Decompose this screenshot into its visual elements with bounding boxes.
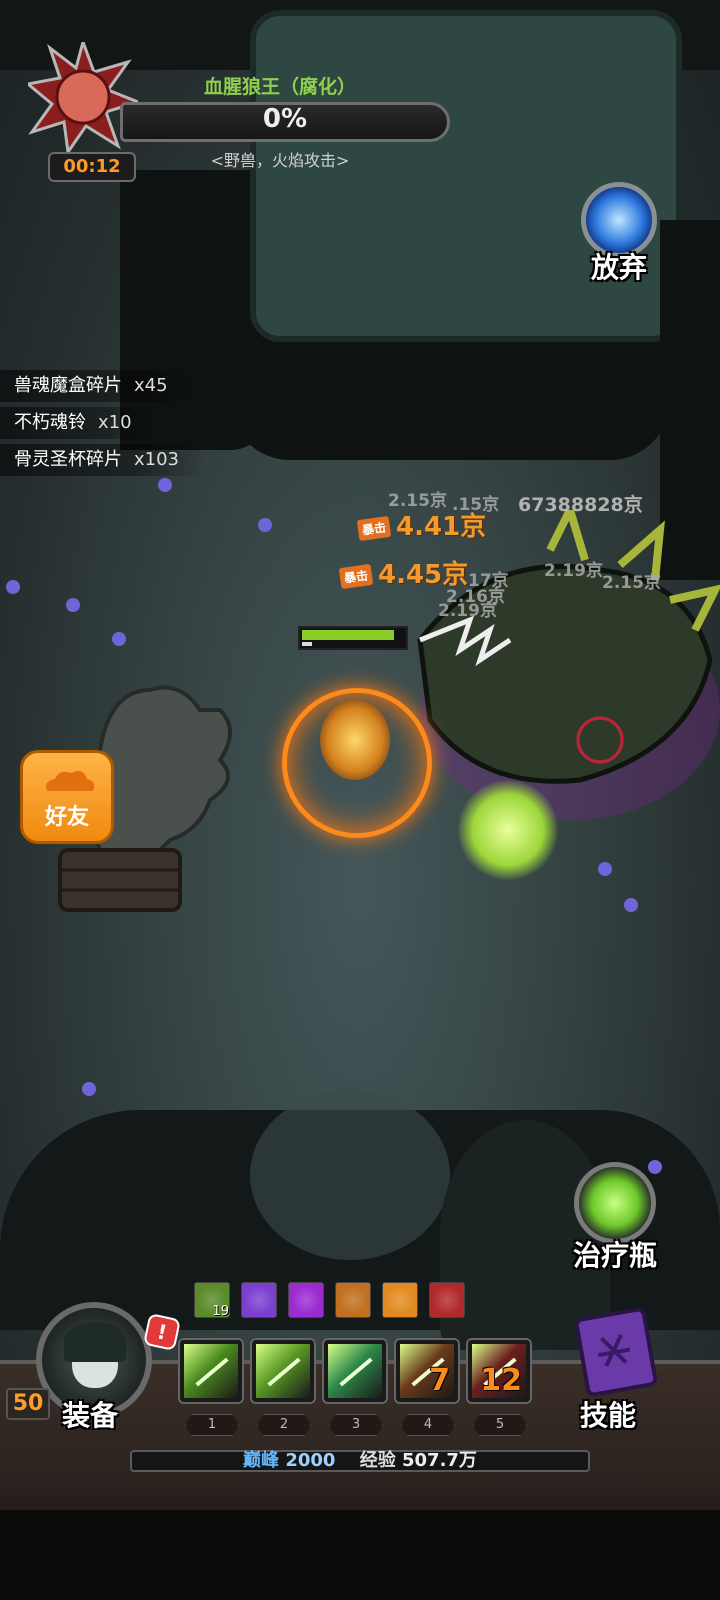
skill-slot-2[interactable]: [252, 1340, 314, 1402]
skill-slot-index: 5: [473, 1414, 527, 1436]
crit-damage-number: 4.41京: [396, 512, 487, 542]
skill-slot-4[interactable]: 7: [396, 1340, 458, 1402]
damage-number: 67388828京: [518, 494, 643, 516]
skill-slot-index: 2: [257, 1414, 311, 1436]
spellbook-icon: [574, 1307, 658, 1397]
buff-stack-count: 19: [212, 1304, 229, 1319]
skills-button[interactable]: 技能: [556, 1302, 680, 1442]
poison-orb: [458, 780, 558, 880]
moss-pool: [250, 10, 682, 342]
heal-potion-button[interactable]: 治疗瓶: [560, 1162, 670, 1274]
player-character[interactable]: [320, 700, 390, 780]
skill-slot-index: 3: [329, 1414, 383, 1436]
peak-value: 2000: [285, 1450, 336, 1471]
bone-icon: 19: [194, 1282, 230, 1319]
bulb: [82, 1082, 96, 1096]
loot-name: 骨灵圣杯碎片: [14, 449, 122, 470]
potion-icon: [574, 1162, 656, 1244]
boss-description: <野兽，火焰攻击>: [210, 151, 350, 170]
battle-timer: 00:12: [48, 152, 136, 182]
skill-cooldown: 7: [429, 1363, 450, 1398]
floor-light: [250, 1090, 450, 1260]
purple-slash-icon: [288, 1282, 324, 1318]
player-hp-bar: [298, 626, 408, 650]
loot-item: 不朽魂铃 x10: [0, 407, 158, 439]
equip-button[interactable]: 装备: [26, 1302, 162, 1442]
give-up-button[interactable]: 放弃: [574, 182, 664, 286]
experience-bar: 巅峰 2000 经验 507.7万: [130, 1450, 590, 1472]
bulb: [112, 632, 126, 646]
arrow-rain-icon: [339, 1357, 373, 1387]
crit-tag: 暴击: [356, 515, 392, 542]
skill-cooldown: 12: [480, 1363, 522, 1398]
loot-item: 骨灵圣杯碎片 x103: [0, 444, 206, 476]
heart-purple-icon: [241, 1282, 277, 1318]
loot-count: x10: [98, 412, 132, 433]
player-shield-fill: [302, 642, 312, 646]
give-up-label: 放弃: [590, 251, 647, 284]
xp-value: 507.7万: [402, 1450, 477, 1471]
friends-label: 好友: [44, 805, 89, 830]
player-level-badge: 50: [6, 1388, 50, 1420]
boss-hp-percent: 0%: [262, 104, 308, 134]
player-hp-fill: [302, 630, 394, 640]
skill-slot-1[interactable]: [180, 1340, 242, 1402]
cloud-icon: [46, 771, 95, 791]
bulb: [598, 862, 612, 876]
loot-count: x45: [134, 375, 168, 396]
loot-name: 不朽魂铃: [14, 412, 86, 433]
bulb: [66, 598, 80, 612]
crit-tag: 暴击: [338, 563, 374, 590]
loot-count: x103: [134, 449, 180, 470]
xp-label: 经验: [359, 1450, 396, 1471]
flame-slash-icon: [382, 1282, 418, 1318]
panel-footer: [0, 1510, 720, 1600]
arrow-volley-icon: [195, 1357, 229, 1387]
bulb: [158, 478, 172, 492]
friends-button[interactable]: 好友: [20, 750, 114, 844]
skills-label: 技能: [580, 1399, 637, 1432]
bulb: [6, 580, 20, 594]
boss-name: 血腥狼王（腐化）: [203, 76, 356, 98]
bulb: [258, 518, 272, 532]
bulb: [624, 898, 638, 912]
skill-slot-3[interactable]: [324, 1340, 386, 1402]
skill-slot-index: 1: [185, 1414, 239, 1436]
heal-potion-label: 治疗瓶: [572, 1239, 657, 1272]
equip-label: 装备: [62, 1399, 119, 1432]
skill-slot-5[interactable]: 12: [468, 1340, 530, 1402]
orange-spark-icon: [335, 1282, 371, 1318]
damage-number: 2.15京: [602, 573, 661, 593]
red-swirl-icon: [429, 1282, 465, 1318]
loot-item: 兽魂魔盒碎片 x45: [0, 370, 194, 402]
double-arrow-icon: [267, 1357, 301, 1387]
loot-name: 兽魂魔盒碎片: [14, 375, 122, 396]
avatar-hair: [64, 1322, 126, 1362]
peak-label: 巅峰: [243, 1450, 280, 1471]
damage-number: 2.19京: [438, 601, 497, 621]
damage-number: 2.19京: [544, 561, 603, 581]
skill-slot-index: 4: [401, 1414, 455, 1436]
